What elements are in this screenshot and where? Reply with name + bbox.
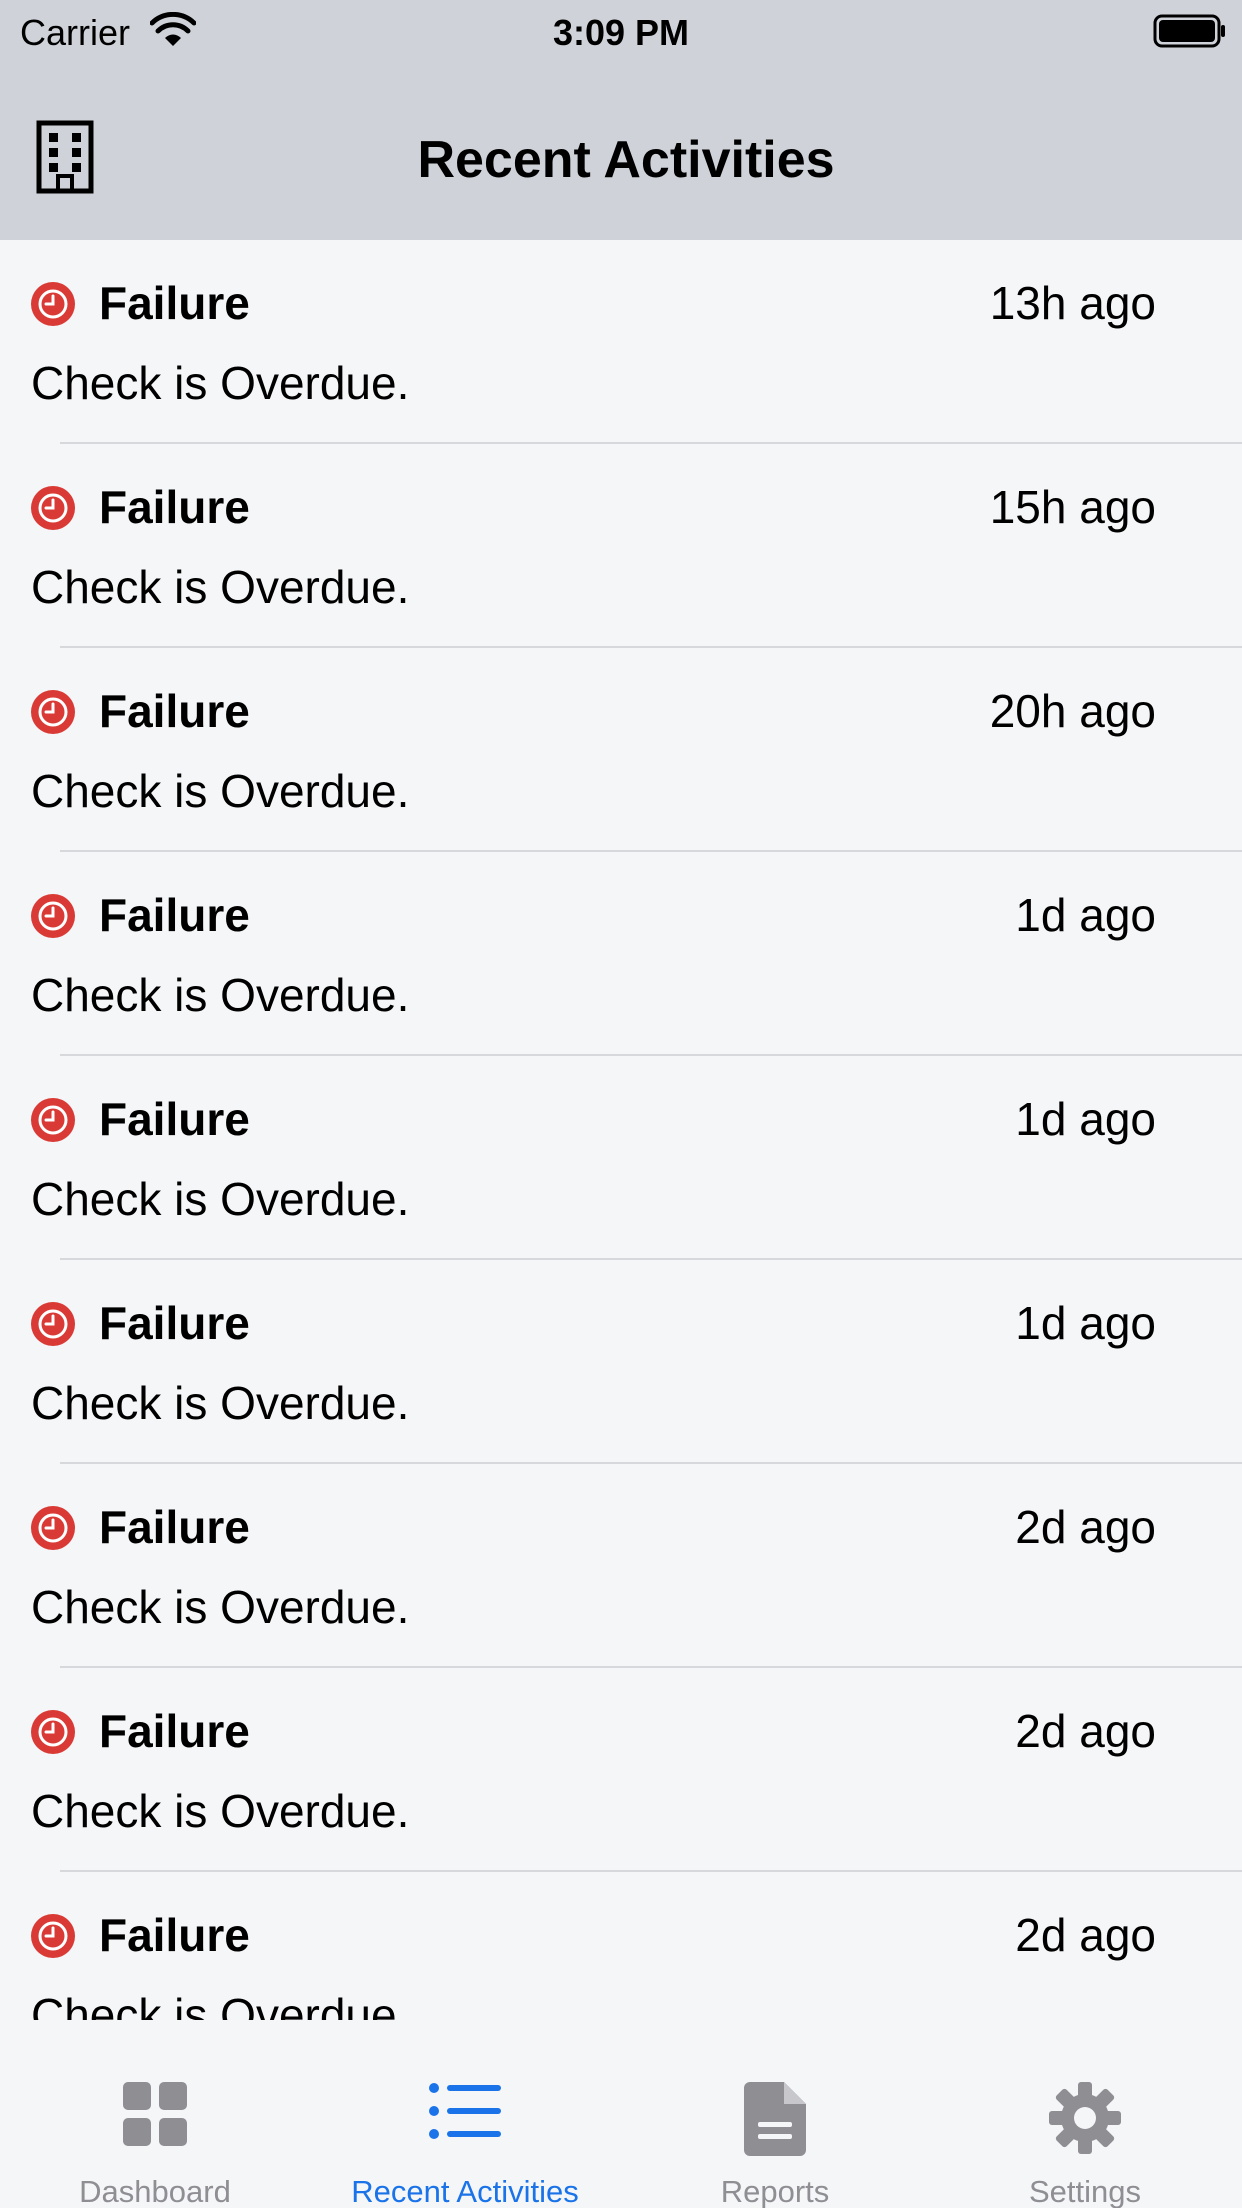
activity-description: Check is Overdue. <box>31 1173 410 1225</box>
tab-label: Recent Activities <box>351 2174 579 2208</box>
tab-reports[interactable]: Reports <box>620 2020 930 2208</box>
list-item[interactable]: Failure 2d ago Check is Overdue. <box>0 1872 1242 2020</box>
activity-time: 20h ago <box>989 685 1156 737</box>
activity-time: 2d ago <box>1015 1705 1156 1757</box>
list-item[interactable]: Failure 1d ago Check is Overdue. <box>0 852 1242 1056</box>
tab-label: Dashboard <box>79 2174 231 2208</box>
activity-title: Failure <box>99 889 250 941</box>
list-item[interactable]: Failure 13h ago Check is Overdue. <box>0 240 1242 444</box>
list-item[interactable]: Failure 15h ago Check is Overdue. <box>0 444 1242 648</box>
clock-alert-icon <box>30 281 76 332</box>
list-item[interactable]: Failure 1d ago Check is Overdue. <box>0 1260 1242 1464</box>
list-item[interactable]: Failure 2d ago Check is Overdue. <box>0 1668 1242 1872</box>
activity-description: Check is Overdue. <box>31 561 410 613</box>
tab-bar: Dashboard Recent Activities Reports Sett… <box>0 2020 1242 2208</box>
clock-alert-icon <box>30 893 76 944</box>
list-item[interactable]: Failure 1d ago Check is Overdue. <box>0 1056 1242 1260</box>
activity-description: Check is Overdue. <box>31 1377 410 1429</box>
tab-settings[interactable]: Settings <box>930 2020 1240 2208</box>
tab-label: Reports <box>720 2174 830 2208</box>
activity-time: 2d ago <box>1015 1909 1156 1961</box>
activity-time: 13h ago <box>989 277 1156 329</box>
list-item[interactable]: Failure 2d ago Check is Overdue. <box>0 1464 1242 1668</box>
activity-title: Failure <box>99 277 250 329</box>
grid-icon <box>123 2082 187 2151</box>
activity-title: Failure <box>99 685 250 737</box>
navigation-bar: Recent Activities <box>0 62 1242 240</box>
battery-icon <box>1153 14 1227 53</box>
activity-list[interactable]: Failure 13h ago Check is Overdue. Failur… <box>0 240 1242 2020</box>
activity-title: Failure <box>99 1297 250 1349</box>
activity-time: 2d ago <box>1015 1501 1156 1553</box>
page-title: Recent Activities <box>417 131 835 189</box>
activity-title: Failure <box>99 481 250 533</box>
clock-alert-icon <box>30 1097 76 1148</box>
tab-label: Settings <box>1028 2174 1141 2208</box>
list-item[interactable]: Failure 20h ago Check is Overdue. <box>0 648 1242 852</box>
activity-time: 1d ago <box>1015 1093 1156 1145</box>
gear-icon <box>1049 2082 1121 2159</box>
tab-recent-activities[interactable]: Recent Activities <box>310 2020 620 2208</box>
document-icon <box>744 2082 806 2161</box>
clock-alert-icon <box>30 1913 76 1964</box>
clock-alert-icon <box>30 1301 76 1352</box>
activity-description: Check is Overdue. <box>31 1989 410 2020</box>
activity-time: 15h ago <box>989 481 1156 533</box>
clock-alert-icon <box>30 689 76 740</box>
clock-alert-icon <box>30 485 76 536</box>
status-bar: Carrier 3:09 PM <box>0 0 1242 62</box>
activity-time: 1d ago <box>1015 889 1156 941</box>
activity-description: Check is Overdue. <box>31 969 410 1021</box>
activity-title: Failure <box>99 1909 250 1961</box>
activity-title: Failure <box>99 1093 250 1145</box>
activity-title: Failure <box>99 1705 250 1757</box>
activity-description: Check is Overdue. <box>31 765 410 817</box>
activity-description: Check is Overdue. <box>31 1785 410 1837</box>
activity-title: Failure <box>99 1501 250 1553</box>
activity-description: Check is Overdue. <box>31 357 410 409</box>
activity-description: Check is Overdue. <box>31 1581 410 1633</box>
list-icon <box>429 2082 501 2145</box>
activity-time: 1d ago <box>1015 1297 1156 1349</box>
clock-alert-icon <box>30 1505 76 1556</box>
clock-alert-icon <box>30 1709 76 1760</box>
tab-dashboard[interactable]: Dashboard <box>0 2020 310 2208</box>
clock-time: 3:09 PM <box>552 12 690 53</box>
